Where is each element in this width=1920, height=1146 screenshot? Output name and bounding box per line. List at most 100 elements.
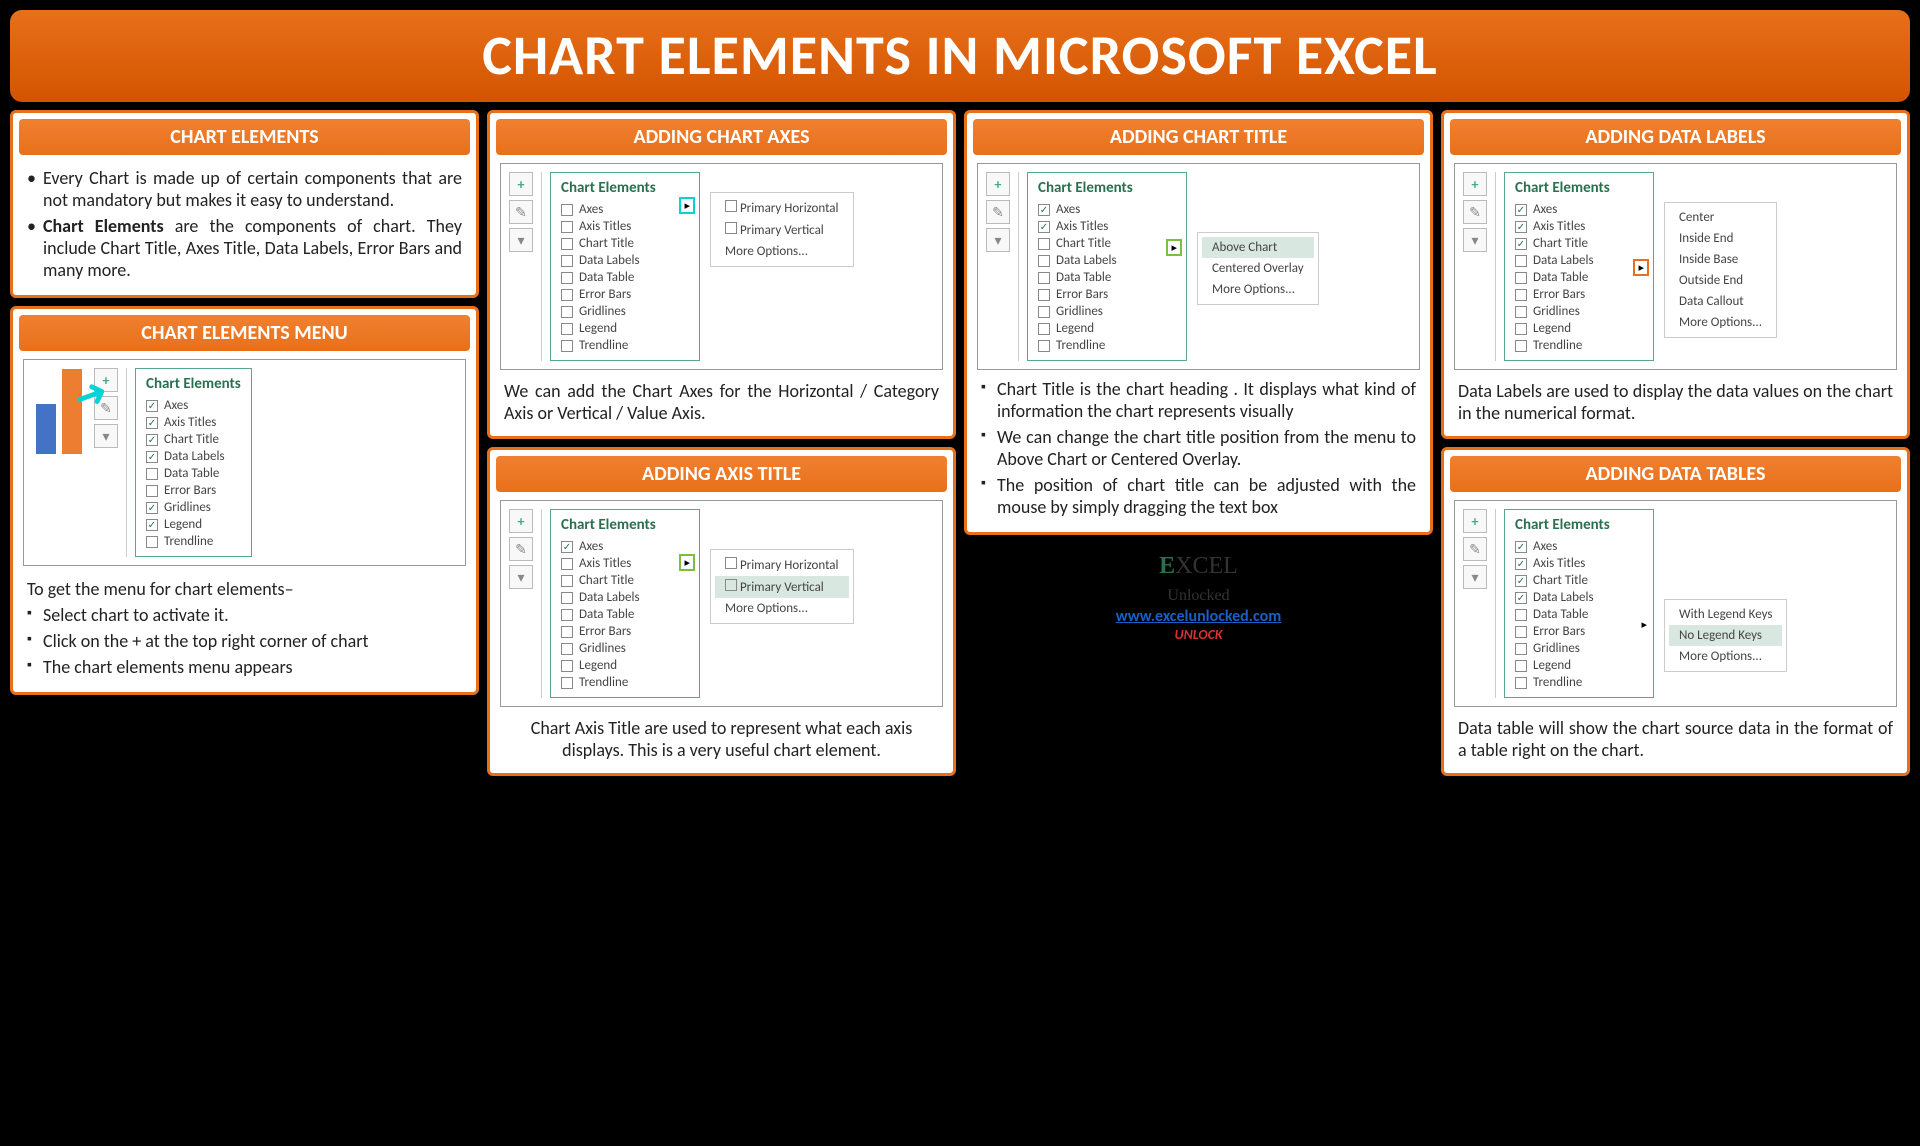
chart-element-item: Trendline [561, 674, 689, 691]
filter-icon: ▾ [986, 228, 1010, 252]
checkbox-icon [1515, 558, 1527, 570]
expand-arrow-icon: ▸ [1166, 239, 1182, 256]
mockup-menu: ➜ + ✎ ▾ Chart Elements AxesAxis TitlesCh… [23, 359, 466, 566]
submenu-item: More Options... [715, 241, 849, 262]
chart-element-item: Gridlines [561, 303, 689, 320]
chart-element-item: Data Table [1515, 606, 1643, 623]
plus-icon: + [509, 509, 533, 533]
chart-element-item: Data Table [146, 465, 241, 482]
caption: Data table will show the chart source da… [1450, 711, 1901, 767]
checkbox-icon [1038, 255, 1050, 267]
card-adding-chart-axes: ADDING CHART AXES + ✎ ▾ Chart Elements A… [487, 110, 956, 439]
chart-element-item: Trendline [561, 337, 689, 354]
filter-icon: ▾ [94, 424, 118, 448]
submenu-item: More Options... [715, 598, 849, 619]
checkbox-icon [561, 558, 573, 570]
chart-element-item: Legend [561, 320, 689, 337]
filter-icon: ▾ [1463, 565, 1487, 589]
card-title: CHART ELEMENTS [19, 119, 470, 155]
submenu-item: Center [1669, 207, 1772, 228]
checkbox-icon [561, 660, 573, 672]
checkbox-icon [146, 451, 158, 463]
caption: We can add the Chart Axes for the Horizo… [496, 374, 947, 430]
panel-title: Chart Elements [146, 375, 241, 393]
chart-element-item: Axes [1038, 201, 1176, 218]
checkbox-icon [1038, 306, 1050, 318]
checkbox-icon [146, 519, 158, 531]
mockup-data-labels: + ✎ ▾ Chart Elements AxesAxis TitlesChar… [1454, 163, 1897, 370]
bullet: The chart elements menu appears [27, 656, 462, 678]
chart-element-item: Gridlines [1038, 303, 1176, 320]
chart-element-item: Data Labels [1515, 252, 1643, 269]
checkbox-icon [561, 323, 573, 335]
chart-element-item: Error Bars [561, 623, 689, 640]
chart-element-item: Error Bars [146, 482, 241, 499]
logo: EXCEL Unlocked [974, 553, 1423, 607]
checkbox-icon [1515, 221, 1527, 233]
chart-element-item: Chart Title [561, 235, 689, 252]
chart-element-item: Data Labels [561, 252, 689, 269]
mockup-axis-title: + ✎ ▾ Chart Elements AxesAxis TitlesChar… [500, 500, 943, 707]
checkbox-icon [561, 643, 573, 655]
chart-title-submenu: Above Chart Centered Overlay More Option… [1197, 232, 1319, 305]
checkbox-icon [1515, 592, 1527, 604]
checkbox-icon [146, 417, 158, 429]
chart-element-item: Axis Titles [1038, 218, 1176, 235]
checkbox-icon [1515, 660, 1527, 672]
checkbox-icon [146, 485, 158, 497]
checkbox-icon [561, 626, 573, 638]
chart-element-item: Trendline [1515, 674, 1643, 691]
submenu-item: Above Chart [1202, 237, 1314, 258]
plus-icon: + [1463, 509, 1487, 533]
checkbox-icon [561, 575, 573, 587]
chart-element-item: Chart Title [1515, 235, 1643, 252]
chart-element-item: Axis Titles [146, 414, 241, 431]
checkbox-icon [561, 238, 573, 250]
chart-element-item: Axis Titles [561, 555, 689, 572]
chart-element-item: Axes [1515, 201, 1643, 218]
chart-element-item: Axes [561, 201, 689, 218]
checkbox-icon [1515, 238, 1527, 250]
submenu-item: Primary Vertical [740, 580, 824, 595]
panel-title: Chart Elements [561, 516, 689, 534]
chart-element-item: Legend [146, 516, 241, 533]
chart-element-item: Chart Title [561, 572, 689, 589]
brush-icon: ✎ [986, 200, 1010, 224]
chart-element-item: Data Table [561, 606, 689, 623]
checkbox-icon [146, 400, 158, 412]
panel-title: Chart Elements [561, 179, 689, 197]
checkbox-icon [146, 434, 158, 446]
checkbox-icon [1515, 289, 1527, 301]
caption: Data Labels are used to display the data… [1450, 374, 1901, 430]
card-chart-elements: CHART ELEMENTS Every Chart is made up of… [10, 110, 479, 298]
chart-element-item: Trendline [146, 533, 241, 550]
chart-element-item: Data Table [1038, 269, 1176, 286]
footer-tagline: UNLOCK [974, 626, 1423, 643]
plus-icon: + [1463, 172, 1487, 196]
checkbox-icon [1038, 204, 1050, 216]
caption: Chart Axis Title are used to represent w… [496, 711, 947, 767]
submenu-item: Inside Base [1669, 249, 1772, 270]
bullet: Chart Title is the chart heading . It di… [981, 378, 1416, 422]
bullet: Chart Elements are the components of cha… [27, 215, 462, 281]
chart-element-item: Axes [561, 538, 689, 555]
card-adding-axis-title: ADDING AXIS TITLE + ✎ ▾ Chart Elements A… [487, 447, 956, 776]
expand-arrow-icon: ▸ [1641, 618, 1647, 631]
chart-element-item: Axis Titles [1515, 218, 1643, 235]
chart-element-item: Axes [146, 397, 241, 414]
chart-element-item: Legend [1038, 320, 1176, 337]
intro-text: To get the menu for chart elements– [27, 578, 462, 600]
bullet: The position of chart title can be adjus… [981, 474, 1416, 518]
checkbox-icon [1038, 238, 1050, 250]
checkbox-icon [561, 272, 573, 284]
chart-element-item: Gridlines [561, 640, 689, 657]
submenu-item: Centered Overlay [1202, 258, 1314, 279]
checkbox-icon [1515, 204, 1527, 216]
checkbox-icon [561, 340, 573, 352]
checkbox-icon [1515, 643, 1527, 655]
submenu-item: More Options... [1669, 312, 1772, 333]
submenu-item: No Legend Keys [1669, 625, 1782, 646]
submenu-item: Primary Horizontal [740, 558, 839, 573]
footer-link[interactable]: www.excelunlocked.com [1116, 607, 1282, 626]
card-chart-elements-menu: CHART ELEMENTS MENU ➜ + ✎ ▾ Chart Elemen… [10, 306, 479, 695]
